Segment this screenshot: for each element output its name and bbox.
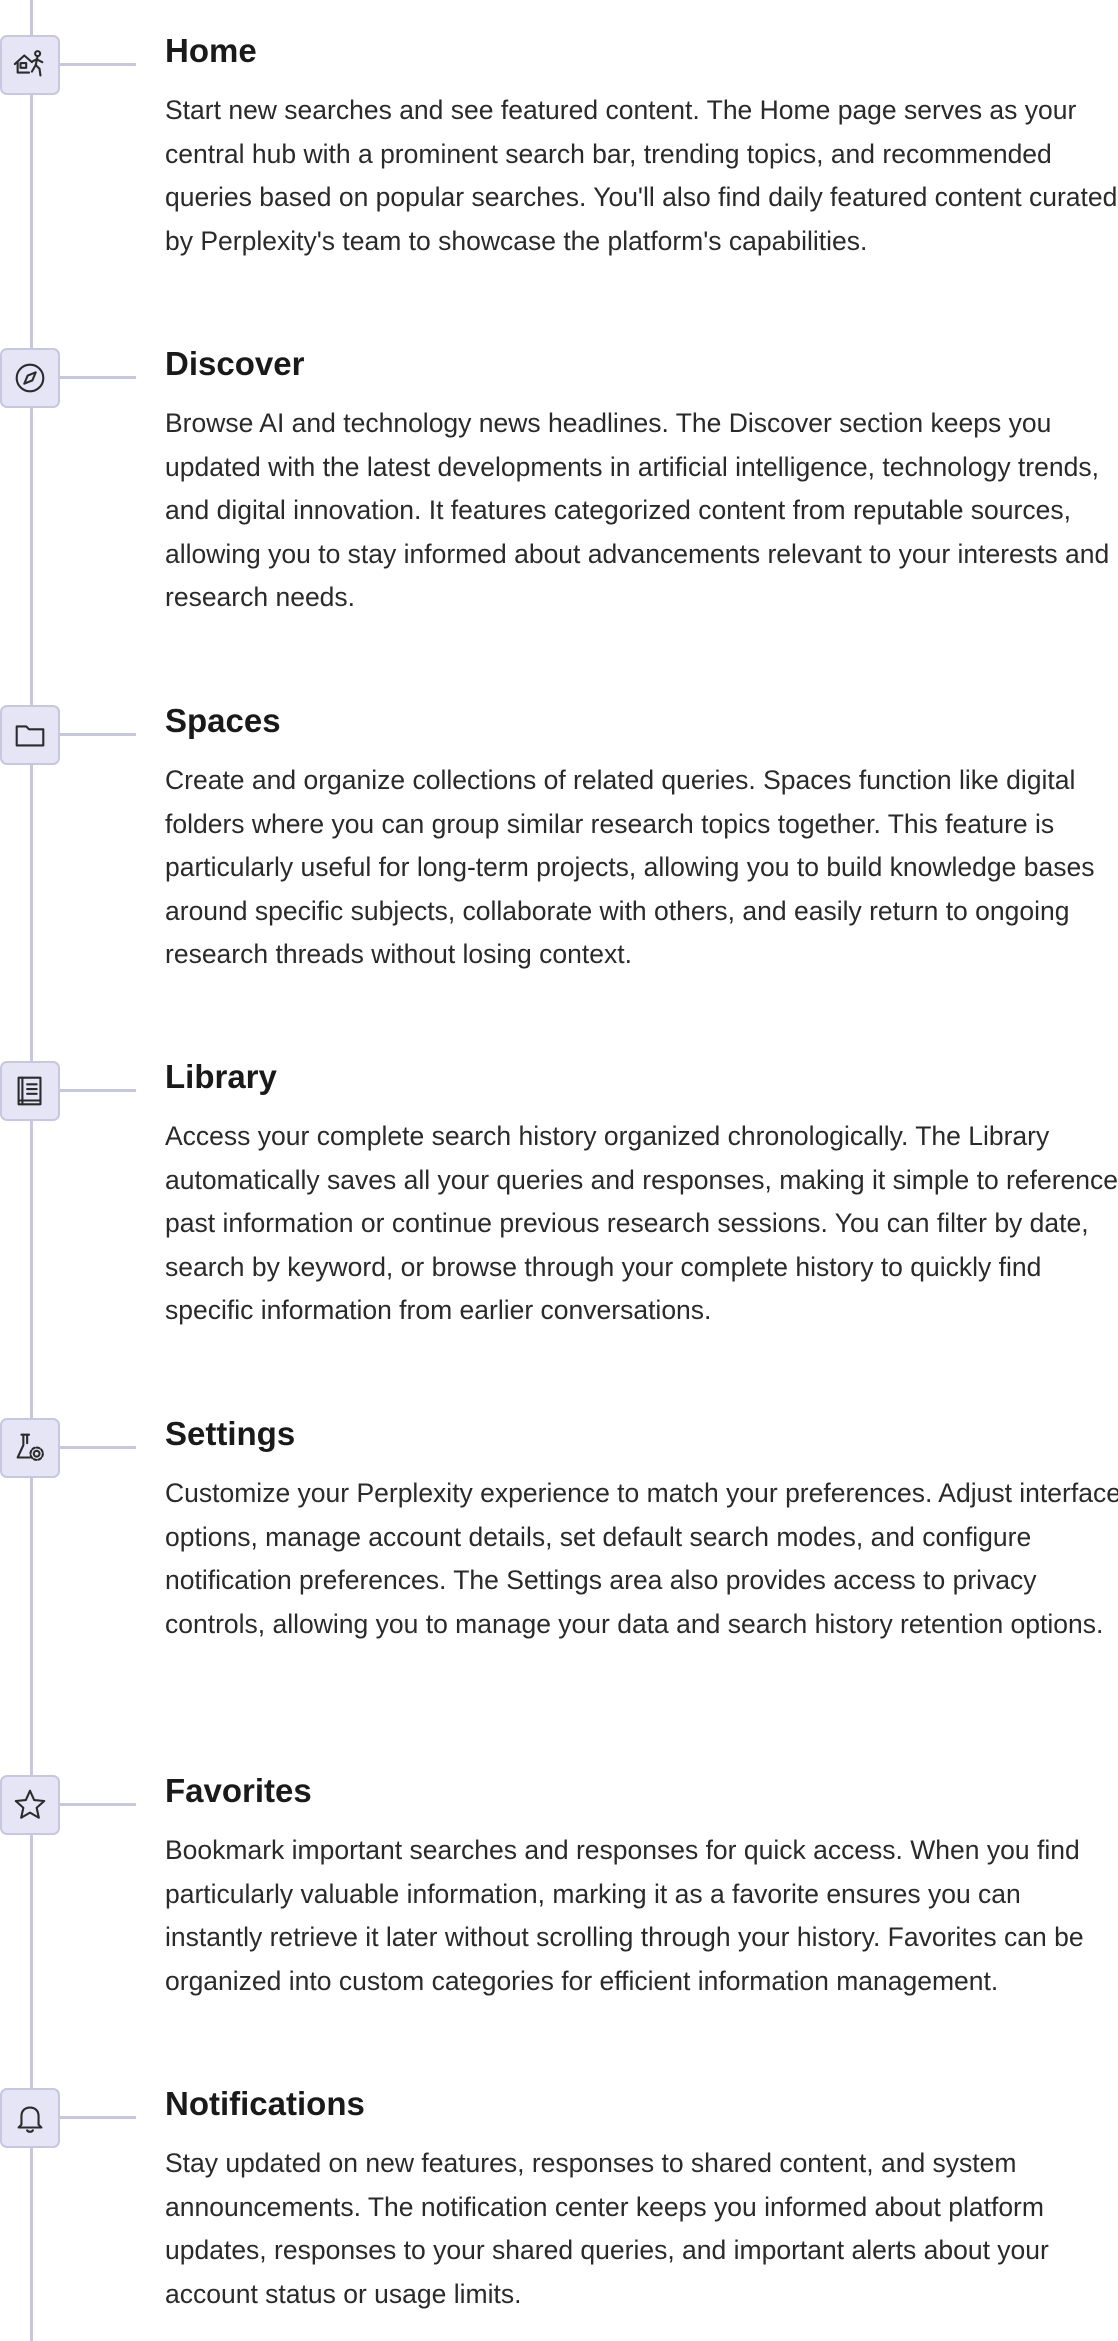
nav-item-library[interactable]: [0, 1061, 60, 1121]
connector: [60, 1446, 136, 1449]
nav-item-settings[interactable]: [0, 1418, 60, 1478]
nav-item-home[interactable]: [0, 35, 60, 95]
section-description: Customize your Perplexity experience to …: [165, 1478, 1118, 1639]
star-icon: [14, 1789, 46, 1819]
connector: [60, 733, 136, 736]
nav-item-spaces[interactable]: [0, 705, 60, 765]
section-title: Notifications: [165, 2085, 365, 2122]
book-icon: [17, 1076, 42, 1106]
connector: [60, 63, 136, 66]
section-title: Library: [165, 1058, 277, 1095]
nav-item-notifications[interactable]: [0, 2088, 60, 2148]
section-description: Start new searches and see featured cont…: [165, 95, 1118, 256]
section-title: Discover: [165, 345, 305, 382]
nav-item-discover[interactable]: [0, 348, 60, 408]
house-person-icon: [13, 50, 44, 77]
section-description: Bookmark important searches and response…: [165, 1835, 1084, 1996]
section-title: Home: [165, 32, 257, 69]
section-description: Create and organize collections of relat…: [165, 765, 1095, 969]
bell-icon: [17, 2106, 43, 2133]
connector: [60, 1089, 136, 1092]
section-description: Browse AI and technology news headlines.…: [165, 408, 1110, 612]
section-title: Settings: [165, 1415, 296, 1452]
section-title: Favorites: [165, 1772, 312, 1809]
section-description: Access your complete search history orga…: [165, 1121, 1118, 1325]
section-title: Spaces: [165, 702, 281, 739]
connector: [60, 1803, 136, 1806]
connector: [60, 376, 136, 379]
section-description: Stay updated on new features, responses …: [165, 2148, 1049, 2309]
folder-icon: [15, 725, 45, 747]
connector: [60, 2116, 136, 2119]
nav-item-favorites[interactable]: [0, 1775, 60, 1835]
compass-icon: [15, 363, 45, 393]
flask-gear-icon: [16, 1433, 44, 1461]
